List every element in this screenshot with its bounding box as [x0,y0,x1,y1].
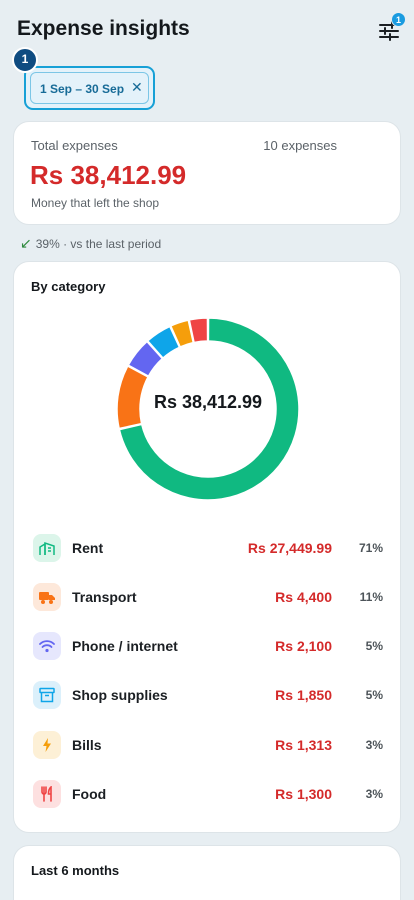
donut-center-total: Rs 38,412.99 [153,392,263,412]
card-heading: By category [31,279,106,294]
category-amount: Rs 1,300 [275,786,332,802]
page-title: Expense insights [17,17,190,40]
category-amount: Rs 1,850 [275,687,332,703]
category-name: Rent [72,540,104,556]
category-percent: 11% [359,590,383,604]
building-icon [33,534,61,562]
filter-button[interactable]: 1 [376,12,406,44]
category-row-phone-internet[interactable]: Phone / internet Rs 2,100 5% [14,626,402,666]
wifi-icon [33,632,61,660]
category-row-shop-supplies[interactable]: Shop supplies Rs 1,850 5% [14,675,402,715]
category-name: Phone / internet [72,638,178,654]
chip-body[interactable]: 1 Sep – 30 Sep ✕ [24,66,155,110]
category-name: Transport [72,589,137,605]
category-row-food[interactable]: Food Rs 1,300 3% [14,774,402,814]
category-name: Bills [72,737,102,753]
archive-box-icon [33,681,61,709]
chip-label: 1 Sep – 30 Sep [40,82,125,96]
card-heading: Last 6 months [31,863,120,878]
category-amount: Rs 4,400 [275,589,332,605]
category-name: Shop supplies [72,687,168,703]
trend-row: ↙ 39% · vs the last period [20,235,161,252]
category-row-transport[interactable]: Transport Rs 4,400 11% [14,577,402,617]
category-amount: Rs 27,449.99 [247,540,332,556]
total-expenses-card: Total expenses 10 expenses Rs 38,412.99 … [13,121,401,225]
by-category-card: By category Rs 38,412.99 Rent Rs 27,449.… [13,261,401,833]
truck-icon [33,583,61,611]
trend-text: 39% · vs the last period [35,237,162,251]
category-percent: 5% [365,688,383,702]
category-row-rent[interactable]: Rent Rs 27,449.99 71% [14,528,402,568]
app-header: Expense insights 1 [0,0,414,60]
category-percent: 3% [365,738,383,752]
expense-count: 10 expenses [263,138,337,153]
category-amount: Rs 2,100 [275,638,332,654]
category-amount: Rs 1,313 [275,737,332,753]
total-subtitle: Money that left the shop [31,196,160,210]
category-row-bills[interactable]: Bills Rs 1,313 3% [14,725,402,765]
category-percent: 3% [365,787,383,801]
total-amount: Rs 38,412.99 [30,160,187,190]
close-icon[interactable]: ✕ [131,79,143,96]
category-name: Food [72,786,107,802]
arrow-down-left-icon: ↙ [20,235,32,251]
total-label: Total expenses [31,138,118,153]
lightning-icon [33,731,61,759]
fork-knife-icon [33,780,61,808]
step-marker: 1 [12,47,38,73]
category-percent: 5% [365,639,383,653]
filter-count-badge: 1 [391,12,406,27]
category-percent: 71% [358,541,383,555]
last-months-card: Last 6 months [13,845,401,900]
